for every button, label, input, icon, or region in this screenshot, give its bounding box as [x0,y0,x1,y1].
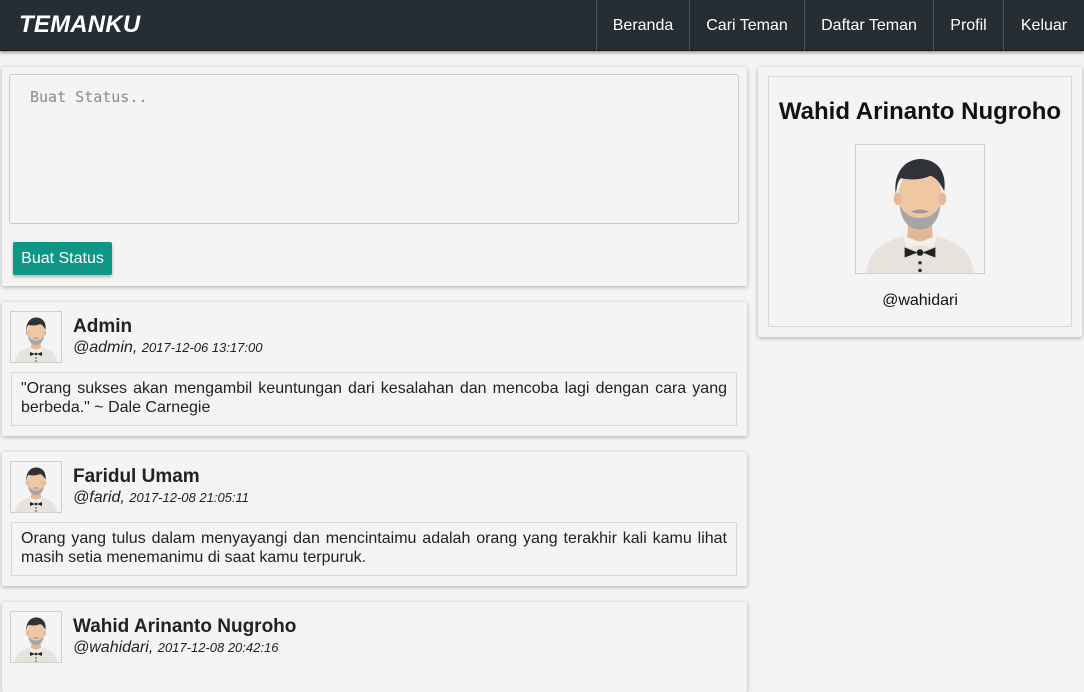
man-avatar-icon [11,462,61,512]
status-input[interactable] [9,74,739,224]
nav-item-keluar[interactable]: Keluar [1003,0,1084,51]
brand-logo[interactable]: TEMANKU [19,11,140,39]
post-author-handle[interactable]: @wahidari [73,639,149,656]
avatar[interactable] [10,611,62,663]
post-status-button[interactable]: Buat Status [13,242,112,275]
profile-panel: Wahid Arinanto Nugroho @wahidari [768,76,1072,327]
post-author-handle[interactable]: @farid [73,489,120,506]
man-avatar-icon [856,145,984,273]
post-meta: @farid, 2017-12-08 21:05:11 [73,489,250,506]
status-post: Faridul Umam @farid, 2017-12-08 21:05:11… [2,452,747,586]
profile-card: Wahid Arinanto Nugroho @wahidari [758,67,1082,337]
post-author-name[interactable]: Wahid Arinanto Nugroho [73,616,296,638]
post-timestamp: 2017-12-06 13:17:00 [141,340,263,355]
man-avatar-icon [11,612,61,662]
profile-name: Wahid Arinanto Nugroho [778,98,1062,125]
profile-avatar[interactable] [855,144,985,274]
nav-item-profil[interactable]: Profil [933,0,1003,51]
post-author-handle[interactable]: @admin [73,339,133,356]
man-avatar-icon [11,312,61,362]
post-timestamp: 2017-12-08 21:05:11 [129,490,250,505]
avatar[interactable] [10,311,62,363]
status-composer: Buat Status [2,67,747,286]
nav-item-cari-teman[interactable]: Cari Teman [689,0,804,51]
avatar[interactable] [10,461,62,513]
post-author-name[interactable]: Faridul Umam [73,466,200,488]
navbar: TEMANKU Beranda Cari Teman Daftar Teman … [0,0,1084,51]
post-meta: @wahidari, 2017-12-08 20:42:16 [73,639,279,656]
post-author-name[interactable]: Admin [73,316,132,338]
post-content: Orang yang tulus dalam menyayangi dan me… [11,522,737,576]
nav-menu: Beranda Cari Teman Daftar Teman Profil K… [596,0,1084,51]
status-post: Admin @admin, 2017-12-06 13:17:00 "Orang… [2,302,747,436]
nav-item-beranda[interactable]: Beranda [596,0,689,51]
profile-handle: @wahidari [882,292,958,309]
post-content: "Orang sukses akan mengambil keuntungan … [11,372,737,426]
nav-item-daftar-teman[interactable]: Daftar Teman [804,0,933,51]
post-timestamp: 2017-12-08 20:42:16 [157,640,279,655]
post-meta: @admin, 2017-12-06 13:17:00 [73,339,263,356]
status-post: Wahid Arinanto Nugroho @wahidari, 2017-1… [2,602,747,692]
